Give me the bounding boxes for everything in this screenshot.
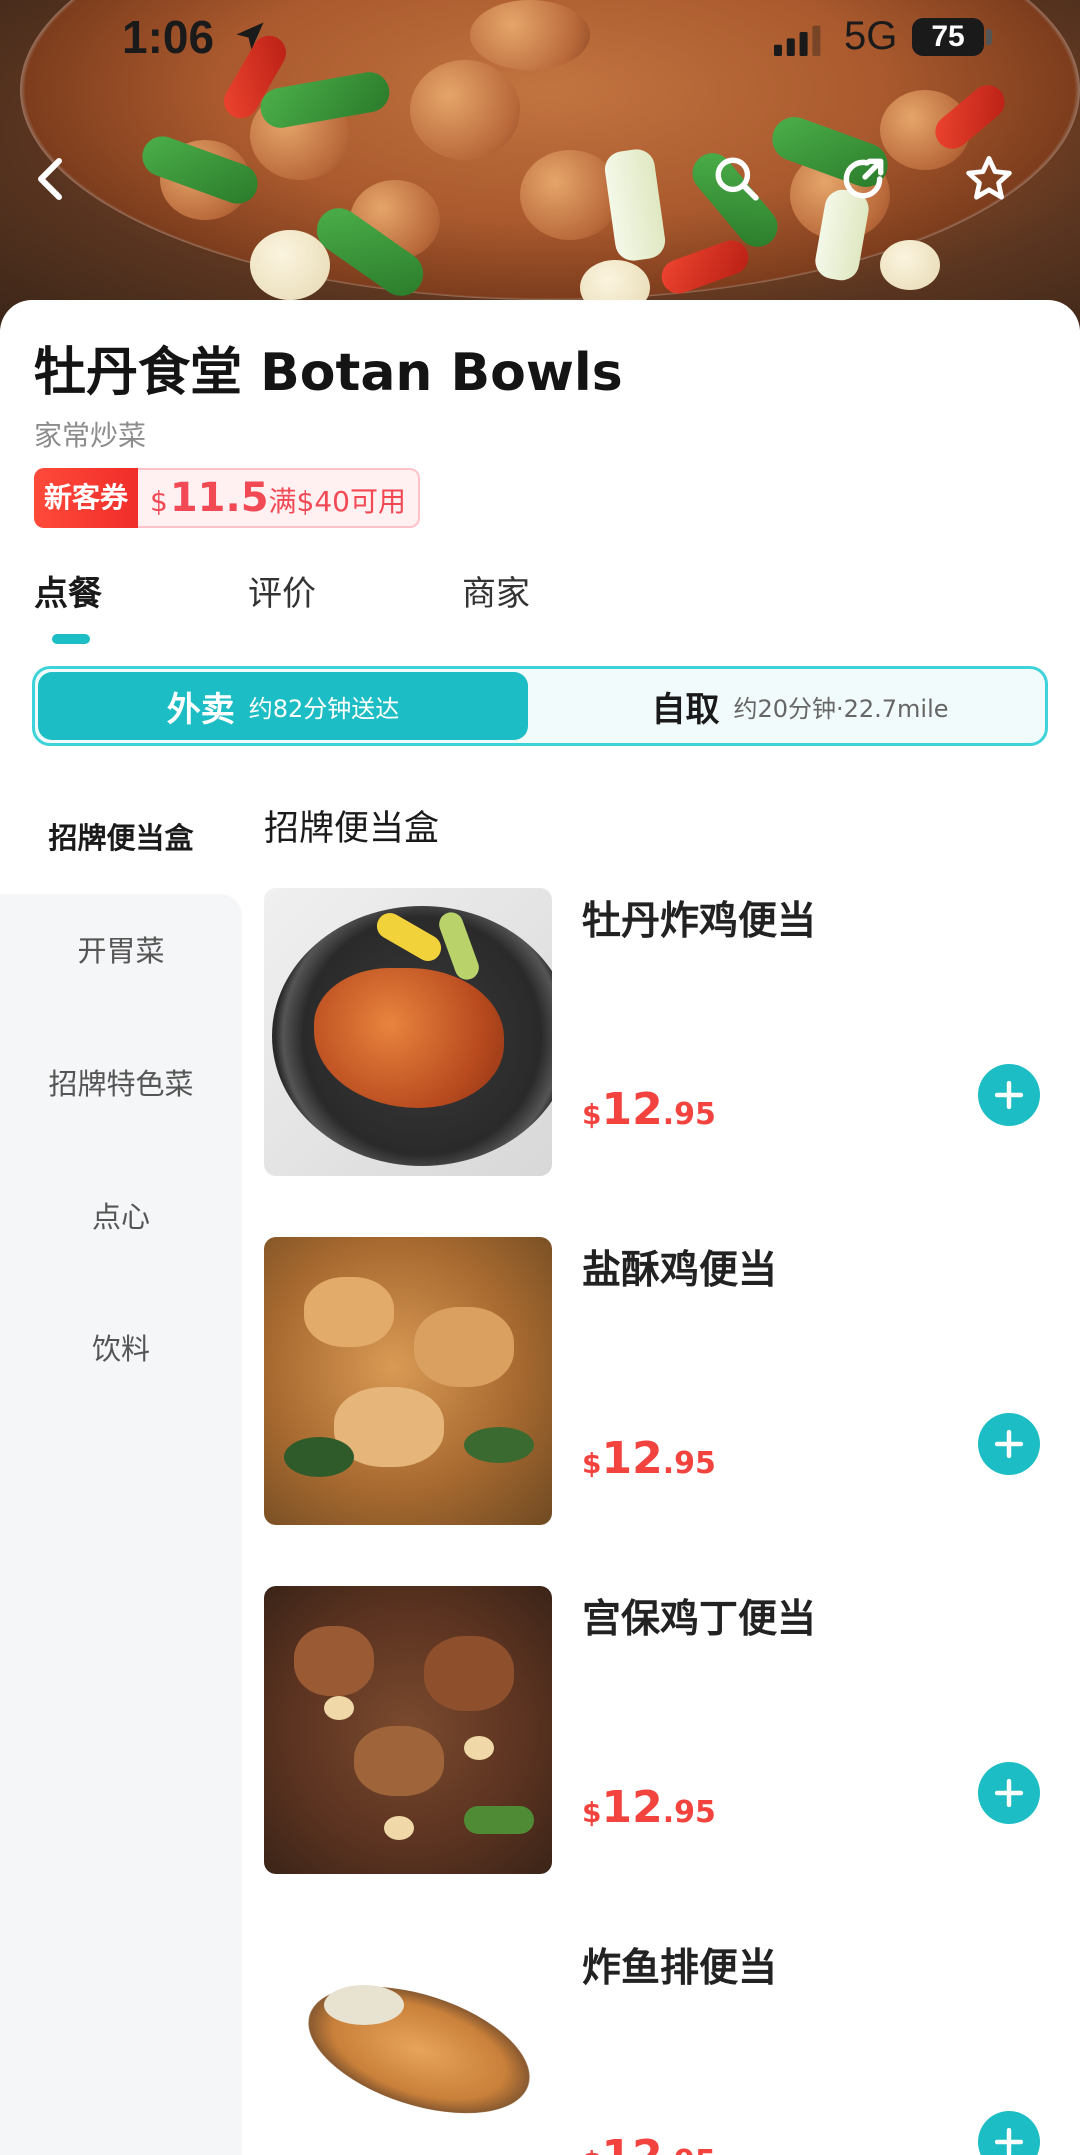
delivery-option[interactable]: 外卖 约82分钟送达 xyxy=(38,672,528,740)
pickup-eta: 约20分钟·22.7mile xyxy=(733,694,949,723)
add-to-cart-button[interactable] xyxy=(978,1413,1040,1475)
share-icon xyxy=(843,158,884,199)
coupon-amount: 11.5 xyxy=(169,475,269,521)
dish-item[interactable]: 宫保鸡丁便当 $12.95 xyxy=(264,1586,1080,1876)
add-to-cart-button[interactable] xyxy=(978,2111,1040,2155)
delivery-eta: 约82分钟送达 xyxy=(248,694,400,723)
add-icon xyxy=(994,1080,1024,1110)
sidebar-item-drinks[interactable]: 饮料 xyxy=(0,1326,242,1368)
new-customer-coupon[interactable]: 新客券 $ 11.5 满$40可用 xyxy=(34,468,420,528)
dish-name: 宫保鸡丁便当 xyxy=(582,1597,817,1642)
battery-indicator: 75 xyxy=(912,18,984,56)
tab-merchant[interactable]: 商家 xyxy=(462,566,530,615)
pickup-option[interactable]: 自取 约20分钟·22.7mile xyxy=(555,672,1045,740)
menu-section-title: 招牌便当盒 xyxy=(264,809,440,849)
delivery-mode-switch: 外卖 约82分钟送达 自取 约20分钟·22.7mile xyxy=(32,666,1048,746)
dish-name: 牡丹炸鸡便当 xyxy=(582,899,817,944)
dish-item[interactable]: 牡丹炸鸡便当 $12.95 xyxy=(264,888,1080,1178)
search-button[interactable] xyxy=(706,148,768,210)
dish-item[interactable]: 炸鱼排便当 $12.95 xyxy=(264,1935,1080,2155)
coupon-currency: $ xyxy=(150,485,168,518)
favorite-button[interactable] xyxy=(958,148,1020,210)
store-banner-image: 1:06 5G 75 xyxy=(0,0,1080,330)
tab-order[interactable]: 点餐 xyxy=(34,566,102,615)
coupon-condition: 满$40可用 xyxy=(268,485,406,518)
dish-image xyxy=(264,1935,552,2155)
dish-price: $12.95 xyxy=(582,1782,716,1833)
dish-name: 盐酥鸡便当 xyxy=(582,1248,778,1293)
signal-icon xyxy=(774,25,821,56)
star-icon xyxy=(966,156,1012,200)
location-arrow-icon xyxy=(236,22,264,50)
status-bar: 1:06 5G 75 xyxy=(0,0,1080,80)
share-button[interactable] xyxy=(832,148,894,210)
sidebar-item-signature-bento[interactable]: 招牌便当盒 xyxy=(0,780,242,892)
sidebar-item-signature-dishes[interactable]: 招牌特色菜 xyxy=(0,1061,242,1103)
add-icon xyxy=(994,1429,1024,1459)
back-button[interactable] xyxy=(20,148,82,210)
network-type: 5G xyxy=(844,14,898,58)
pickup-label: 自取 xyxy=(651,689,720,730)
add-to-cart-button[interactable] xyxy=(978,1762,1040,1824)
add-icon xyxy=(994,1778,1024,1808)
sidebar-item-appetizers[interactable]: 开胃菜 xyxy=(0,928,242,970)
status-time: 1:06 xyxy=(122,11,215,63)
back-icon xyxy=(38,158,62,200)
search-icon xyxy=(715,157,759,201)
dish-name: 炸鱼排便当 xyxy=(582,1946,778,1991)
dish-price: $12.95 xyxy=(582,2131,716,2155)
active-tab-indicator xyxy=(52,634,90,644)
add-icon xyxy=(994,2127,1024,2155)
dish-item[interactable]: 盐酥鸡便当 $12.95 xyxy=(264,1237,1080,1527)
tab-reviews[interactable]: 评价 xyxy=(248,566,316,615)
category-sidebar: 招牌便当盒 开胃菜 招牌特色菜 点心 饮料 xyxy=(0,780,242,2155)
coupon-details: $ 11.5 满$40可用 xyxy=(138,468,420,528)
store-name: 牡丹食堂 Botan Bowls xyxy=(34,343,623,403)
coupon-tag: 新客券 xyxy=(34,468,139,528)
sidebar-item-dim-sum[interactable]: 点心 xyxy=(0,1194,242,1236)
dish-image xyxy=(264,1586,552,1874)
dish-image xyxy=(264,1237,552,1525)
add-to-cart-button[interactable] xyxy=(978,1064,1040,1126)
delivery-label: 外卖 xyxy=(166,689,235,730)
dish-price: $12.95 xyxy=(582,1433,716,1484)
store-category: 家常炒菜 xyxy=(34,419,147,452)
dish-image xyxy=(264,888,552,1176)
dish-price: $12.95 xyxy=(582,1084,716,1135)
